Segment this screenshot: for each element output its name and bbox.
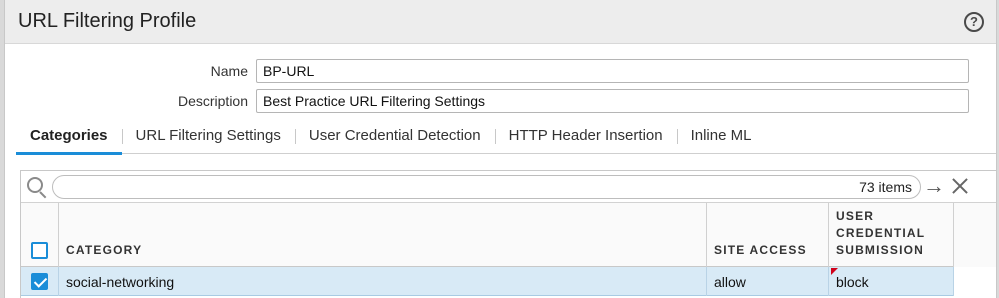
name-label: Name bbox=[210, 63, 248, 79]
search-icon[interactable] bbox=[23, 174, 49, 200]
column-header-filler bbox=[954, 203, 996, 267]
tab-url-filtering-settings[interactable]: URL Filtering Settings bbox=[121, 126, 295, 148]
table-row[interactable]: social-networking allow block bbox=[21, 267, 996, 296]
column-header-site-access[interactable]: SITE ACCESS bbox=[707, 203, 829, 267]
column-header-user-credential-submission[interactable]: USER CREDENTIAL SUBMISSION bbox=[829, 203, 954, 267]
dialog-titlebar: URL Filtering Profile ? bbox=[5, 0, 996, 44]
description-row: Description bbox=[5, 89, 969, 113]
row-checkbox[interactable] bbox=[31, 273, 48, 290]
tab-user-credential-detection[interactable]: User Credential Detection bbox=[294, 126, 495, 148]
select-all-checkbox[interactable] bbox=[31, 242, 48, 259]
category-cell: social-networking bbox=[59, 267, 707, 296]
row-filler bbox=[954, 267, 996, 296]
url-filtering-profile-dialog: URL Filtering Profile ? Name Description… bbox=[4, 0, 997, 298]
filter-input[interactable]: 73 items bbox=[52, 175, 921, 199]
modified-marker-icon bbox=[831, 268, 838, 275]
user-credential-submission-value: block bbox=[836, 273, 869, 290]
site-access-cell[interactable]: allow bbox=[707, 267, 829, 296]
tab-categories[interactable]: Categories bbox=[16, 126, 122, 155]
row-checkbox-cell bbox=[21, 267, 59, 296]
grid-header: CATEGORY SITE ACCESS USER CREDENTIAL SUB… bbox=[21, 203, 996, 267]
header-checkbox-cell bbox=[21, 203, 59, 267]
grid-filter-bar: 73 items → bbox=[21, 171, 996, 203]
name-row: Name bbox=[5, 59, 969, 83]
categories-grid: 73 items → CATEGORY SITE ACCESS USER CRE… bbox=[20, 170, 996, 298]
tab-inline-ml[interactable]: Inline ML bbox=[676, 126, 766, 148]
help-icon[interactable]: ? bbox=[964, 11, 984, 32]
close-icon[interactable] bbox=[949, 175, 971, 197]
user-credential-submission-cell[interactable]: block bbox=[829, 267, 954, 296]
tab-http-header-insertion[interactable]: HTTP Header Insertion bbox=[494, 126, 677, 148]
description-label: Description bbox=[177, 93, 248, 109]
items-count: 73 items bbox=[859, 179, 912, 195]
name-field[interactable] bbox=[256, 59, 969, 83]
profile-tabs: Categories URL Filtering Settings User C… bbox=[16, 126, 996, 155]
dialog-title: URL Filtering Profile bbox=[18, 10, 197, 32]
column-header-category[interactable]: CATEGORY bbox=[59, 203, 707, 267]
description-field[interactable] bbox=[256, 89, 969, 113]
arrow-right-icon[interactable]: → bbox=[923, 174, 945, 198]
